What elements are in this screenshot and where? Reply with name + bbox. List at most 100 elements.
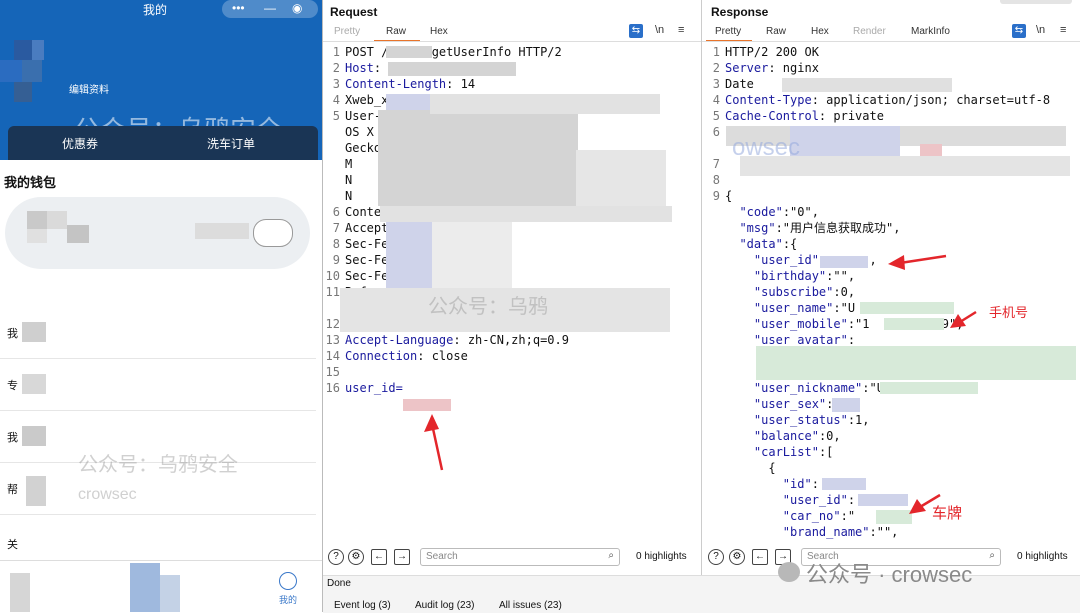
pixel-block	[26, 476, 46, 506]
pixel-block	[14, 40, 32, 60]
settings-gear-icon[interactable]: ⚙	[348, 549, 364, 565]
response-title: Response	[711, 5, 769, 19]
redacted-block	[388, 62, 516, 76]
redacted-block	[403, 399, 451, 411]
forward-arrow-icon[interactable]: →	[394, 549, 410, 565]
redacted-block	[576, 150, 666, 206]
pixel-block	[10, 573, 30, 612]
pane-divider[interactable]	[701, 0, 702, 575]
code-line: "user_sex":	[753, 397, 834, 411]
pixel-block	[27, 211, 47, 229]
request-search-input[interactable]: Search ⌕	[420, 548, 620, 566]
nav-mine-label[interactable]: 我的	[279, 593, 297, 606]
bottom-nav	[0, 560, 322, 612]
line-number: 3	[332, 77, 340, 91]
pixel-block	[67, 225, 89, 243]
pixel-block	[14, 82, 32, 102]
tab-response-hex[interactable]: Hex	[811, 26, 829, 37]
pixel-block	[22, 60, 42, 82]
redacted-block	[884, 318, 944, 330]
line-number: 15	[325, 365, 340, 379]
search-placeholder: Search	[426, 551, 458, 562]
close-circle-icon[interactable]: ◉	[292, 1, 302, 15]
line-number: 7	[332, 221, 340, 235]
line-number: 5	[712, 109, 720, 123]
tab-carwash-orders[interactable]: 洗车订单	[207, 135, 255, 152]
redacted-block	[380, 206, 672, 222]
code-line: "code":"0",	[739, 205, 819, 219]
line-number: 11	[325, 285, 340, 299]
help-icon[interactable]: ?	[708, 549, 724, 565]
menu-icon[interactable]: ≡	[678, 24, 684, 36]
redacted-block	[820, 256, 868, 268]
watermark: 公众号：乌鸦	[428, 296, 548, 318]
menu-item-label: 关	[7, 539, 18, 551]
tab-request-raw[interactable]: Raw	[386, 26, 406, 37]
tab-event-log[interactable]: Event log (3)	[334, 600, 391, 611]
code-line: user_id=	[345, 381, 403, 395]
response-highlights-count: 0 highlights	[1017, 551, 1068, 562]
wallet-action-button[interactable]	[253, 219, 293, 247]
line-number: 5	[332, 109, 340, 123]
user-icon[interactable]	[279, 572, 297, 590]
mini-program-capsule[interactable]: ••• — ◉	[222, 0, 318, 18]
tab-response-markinfo[interactable]: MarkInfo	[911, 26, 950, 37]
window-control[interactable]	[1000, 0, 1072, 4]
menu-row[interactable]: 专	[0, 358, 316, 411]
newline-toggle-icon[interactable]: \n	[1036, 24, 1045, 36]
code-line: Host:	[345, 61, 389, 75]
message-actions-icon[interactable]: ⇆	[1012, 24, 1026, 38]
newline-toggle-icon[interactable]: \n	[655, 24, 664, 36]
line-number: 9	[332, 253, 340, 267]
tab-coupons[interactable]: 优惠券	[62, 135, 98, 152]
menu-item-label: 我	[7, 328, 18, 340]
line-number: 16	[325, 381, 340, 395]
redacted-block	[832, 398, 860, 412]
line-number: 7	[712, 157, 720, 171]
annotation-phone-label: 手机号	[989, 305, 1029, 320]
redacted-block	[386, 94, 432, 110]
more-icon[interactable]: •••	[232, 1, 245, 15]
redacted-block	[860, 302, 954, 314]
code-line: {	[725, 461, 776, 475]
line-number: 2	[332, 61, 340, 75]
tab-audit-log[interactable]: Audit log (23)	[415, 600, 474, 611]
pixel-block	[160, 575, 180, 612]
menu-row[interactable]: 关	[0, 514, 316, 566]
minimize-icon[interactable]: —	[264, 1, 276, 15]
pixel-block	[22, 322, 46, 342]
menu-row[interactable]: 我	[0, 306, 316, 359]
line-number: 4	[712, 93, 720, 107]
code-line: "user_id":	[782, 493, 856, 507]
back-arrow-icon[interactable]: ←	[371, 549, 387, 565]
annotation-arrow	[424, 414, 444, 471]
tab-all-issues[interactable]: All issues (23)	[499, 600, 562, 611]
redacted-block	[756, 346, 1076, 380]
tab-response-pretty[interactable]: Pretty	[715, 26, 741, 37]
redacted-block	[386, 46, 432, 58]
help-icon[interactable]: ?	[328, 549, 344, 565]
back-arrow-icon[interactable]: ←	[752, 549, 768, 565]
code-line: N	[345, 173, 353, 187]
pixel-block	[27, 229, 47, 243]
settings-gear-icon[interactable]: ⚙	[729, 549, 745, 565]
code-line: "birthday":"",	[753, 269, 856, 283]
menu-icon[interactable]: ≡	[1060, 24, 1066, 36]
tab-response-raw[interactable]: Raw	[766, 26, 786, 37]
line-number: 6	[712, 125, 720, 139]
edit-profile-link[interactable]: 编辑资料	[69, 81, 109, 96]
pixel-block	[130, 563, 160, 612]
message-actions-icon[interactable]: ⇆	[629, 24, 643, 38]
pixel-block	[22, 426, 46, 446]
tab-response-render[interactable]: Render	[853, 26, 886, 37]
tab-separator	[702, 41, 1080, 42]
code-line: N	[345, 189, 353, 203]
tab-request-pretty[interactable]: Pretty	[334, 26, 360, 37]
search-icon[interactable]: ⌕	[608, 550, 614, 561]
tab-request-hex[interactable]: Hex	[430, 26, 448, 37]
code-line: Accept-Language: zh-CN,zh;q=0.9	[345, 333, 569, 347]
search-icon[interactable]: ⌕	[989, 550, 995, 561]
panel-divider[interactable]	[322, 0, 323, 612]
annotation-plate-label: 车牌	[932, 505, 963, 522]
code-line: "user_status":1,	[753, 413, 870, 427]
